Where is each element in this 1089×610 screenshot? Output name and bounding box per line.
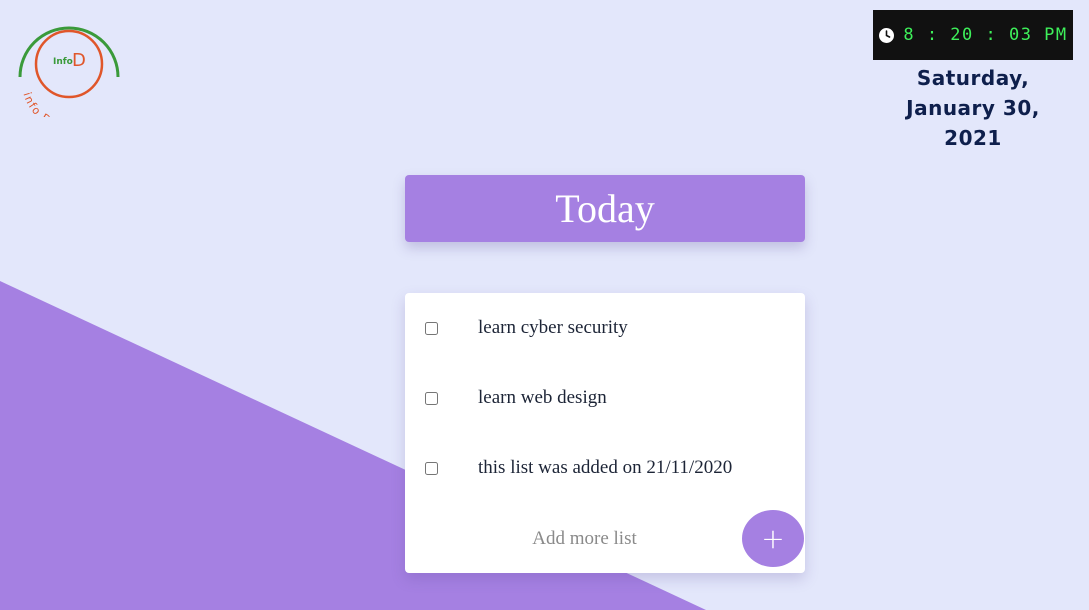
todo-item[interactable]: learn cyber security	[405, 313, 805, 343]
todo-checkbox[interactable]	[425, 461, 438, 475]
logo-info-text: Info	[53, 57, 73, 67]
digital-clock: 8 : 20 : 03 PM	[873, 10, 1073, 60]
todo-label: learn web design	[478, 387, 607, 408]
logo-mark: D	[72, 50, 86, 71]
today-header: Today	[405, 175, 805, 242]
add-list-input[interactable]	[460, 523, 709, 555]
clock-icon	[878, 27, 895, 44]
date-month-day: January 30,	[906, 96, 1040, 120]
todo-item[interactable]: learn web design	[405, 383, 805, 413]
add-list-button[interactable]: +	[742, 510, 804, 567]
todo-checkbox[interactable]	[425, 321, 438, 335]
todo-checkbox[interactable]	[425, 391, 438, 405]
date-weekday: Saturday,	[916, 66, 1030, 90]
current-date: Saturday, January 30, 2021	[873, 63, 1073, 153]
clock-time: 8 : 20 : 03 PM	[903, 25, 1068, 45]
todo-label: this list was added on 21/11/2020	[478, 457, 733, 478]
todo-item[interactable]: this list was added on 21/11/2020	[405, 453, 805, 483]
date-year: 2021	[944, 126, 1002, 150]
info-designs-logo: Info D info Designs	[14, 22, 124, 132]
page-title: Today	[555, 186, 655, 231]
todo-label: learn cyber security	[478, 317, 628, 338]
